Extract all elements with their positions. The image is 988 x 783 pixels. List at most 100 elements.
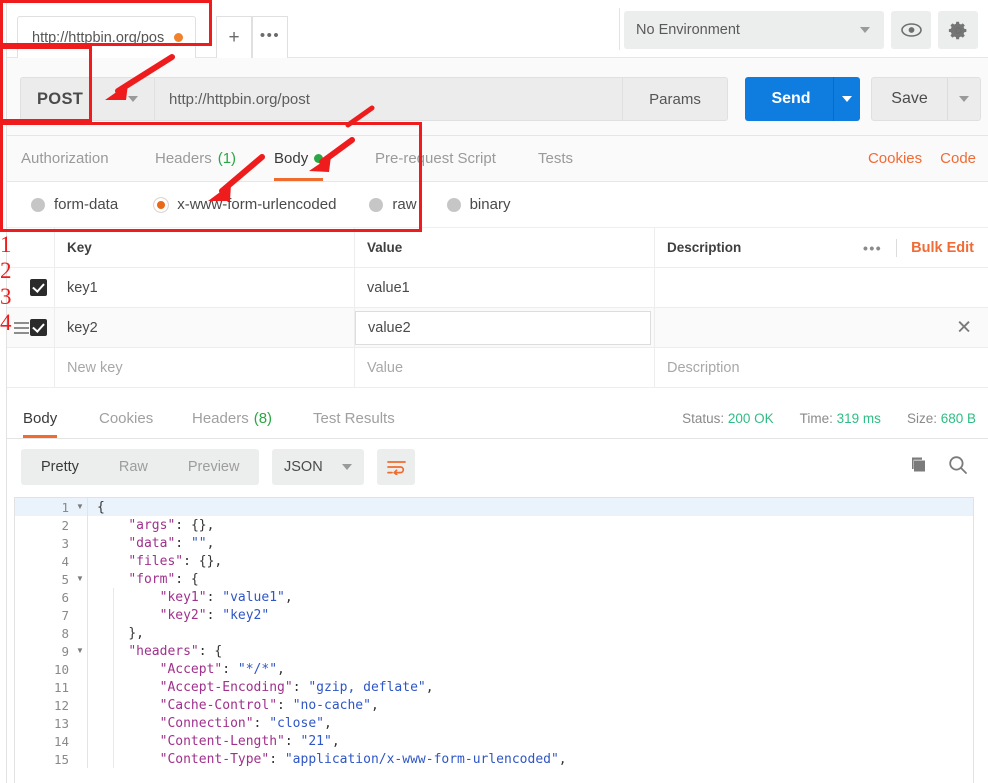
tab-pre-request-script[interactable]: Pre-request Script	[375, 136, 496, 181]
close-icon[interactable]: ✕	[956, 318, 972, 337]
time-meta: Time: 319 ms	[800, 411, 881, 426]
response-tab-test-results[interactable]: Test Results	[313, 398, 395, 438]
save-options-button[interactable]	[948, 96, 980, 102]
code-text: "Cache-Control": "no-cache",	[159, 697, 379, 713]
url-input[interactable]: http://httpbin.org/post	[155, 77, 623, 121]
code-line: 11 "Accept-Encoding": "gzip, deflate",	[15, 678, 973, 696]
response-tab-headers-label: Headers	[192, 409, 249, 427]
new-row-key-cell[interactable]: New key	[55, 348, 355, 387]
response-toolbar: Pretty Raw Preview JSON	[7, 439, 988, 495]
code-text: },	[128, 625, 144, 641]
tab-tests[interactable]: Tests	[538, 136, 573, 181]
bulk-edit-button[interactable]: Bulk Edit	[911, 240, 974, 256]
body-type-raw-label: raw	[392, 196, 417, 213]
response-actions	[909, 449, 968, 485]
row-checkbox-cell[interactable]	[7, 308, 55, 347]
code-line: 12 "Cache-Control": "no-cache",	[15, 696, 973, 714]
environment-quick-look-button[interactable]	[891, 11, 931, 49]
request-tab[interactable]: http://httpbin.org/pos	[17, 16, 197, 58]
ellipsis-icon[interactable]: •••	[863, 240, 882, 256]
eye-icon	[900, 23, 922, 37]
row-checkbox-cell[interactable]	[7, 268, 55, 307]
params-button-label: Params	[649, 90, 701, 108]
send-options-button[interactable]	[834, 96, 860, 102]
row-checkbox[interactable]	[30, 279, 47, 296]
save-button[interactable]: Save	[871, 77, 981, 121]
cookies-link[interactable]: Cookies	[868, 150, 922, 167]
copy-icon	[912, 457, 925, 471]
environment-select-value: No Environment	[636, 22, 740, 38]
tab-headers[interactable]: Headers (1)	[155, 136, 236, 181]
fold-toggle-icon[interactable]: ▼	[73, 498, 87, 516]
body-type-raw[interactable]: raw	[369, 196, 417, 213]
new-tab-button[interactable]: +	[216, 16, 252, 58]
response-tab-body[interactable]: Body	[23, 398, 58, 438]
copy-button[interactable]	[909, 456, 928, 479]
status-label: Status:	[682, 410, 725, 426]
code-line: 14 "Content-Length": "21",	[15, 732, 973, 750]
code-line: 6 "key1": "value1",	[15, 588, 973, 606]
word-wrap-icon	[386, 460, 406, 475]
body-type-form-data[interactable]: form-data	[31, 196, 118, 213]
header-key: Key	[55, 228, 355, 267]
status-value: 200 OK	[727, 410, 774, 426]
row-description-cell[interactable]: ✕	[655, 308, 988, 347]
params-button[interactable]: Params	[623, 77, 728, 121]
body-type-binary[interactable]: binary	[446, 196, 510, 213]
row-value-cell[interactable]: value2	[355, 308, 655, 347]
send-button[interactable]: Send	[745, 77, 860, 121]
view-raw-button[interactable]: Raw	[99, 449, 168, 485]
drag-handle-icon[interactable]	[14, 319, 29, 337]
search-button[interactable]	[948, 455, 968, 480]
code-line: 3 "data": "",	[15, 534, 973, 552]
line-number: 8	[61, 625, 69, 641]
radio-icon	[446, 197, 461, 212]
radio-selected-icon	[154, 197, 169, 212]
fold-toggle-icon[interactable]: ▼	[73, 642, 87, 660]
view-pretty-button[interactable]: Pretty	[21, 449, 99, 485]
row-key-cell[interactable]: key2	[55, 308, 355, 347]
row-value-input[interactable]: value2	[355, 311, 651, 345]
tab-options-button[interactable]: •••	[252, 16, 288, 58]
toolbar-divider	[619, 8, 620, 50]
row-checkbox[interactable]	[30, 319, 47, 336]
word-wrap-button[interactable]	[377, 449, 415, 485]
tab-authorization[interactable]: Authorization	[21, 136, 109, 181]
response-tab-headers[interactable]: Headers (8)	[192, 398, 272, 438]
line-number: 15	[53, 751, 69, 767]
row-description-cell[interactable]	[655, 268, 988, 307]
response-tab-cookies[interactable]: Cookies	[99, 398, 153, 438]
search-icon	[949, 455, 967, 474]
indent-guide	[113, 588, 114, 768]
body-type-urlencoded[interactable]: x-www-form-urlencoded	[154, 196, 336, 213]
body-type-form-data-label: form-data	[54, 196, 119, 213]
response-body-code[interactable]: 1 ▼{2 "args": {}, 3 "data": "", 4 "files": …	[14, 497, 974, 783]
new-row-key-placeholder: New key	[67, 359, 123, 376]
code-line: 13 "Connection": "close",	[15, 714, 973, 732]
request-tab-label: http://httpbin.org/pos	[32, 29, 165, 46]
row-value-value: value2	[368, 320, 411, 336]
environment-controls: No Environment	[624, 11, 978, 49]
chevron-down-icon	[842, 96, 852, 102]
view-preview-button[interactable]: Preview	[168, 449, 260, 485]
code-link[interactable]: Code	[940, 150, 976, 167]
row-key-cell[interactable]: key1	[55, 268, 355, 307]
new-row-description-cell[interactable]: Description	[655, 348, 988, 387]
response-tabs: Body Cookies Headers (8) Test Results St…	[7, 398, 988, 439]
settings-button[interactable]	[938, 11, 978, 49]
tab-body[interactable]: Body	[274, 136, 324, 181]
response-format-select[interactable]: JSON	[272, 449, 364, 485]
row-value-cell[interactable]: value1	[355, 268, 655, 307]
new-row-value-cell[interactable]: Value	[355, 348, 655, 387]
time-value: 319 ms	[836, 410, 881, 426]
fold-toggle-icon[interactable]: ▼	[73, 570, 87, 588]
tab-authorization-label: Authorization	[21, 150, 109, 167]
line-number: 1	[61, 499, 69, 515]
size-label: Size:	[906, 410, 937, 426]
tab-headers-label: Headers	[155, 150, 212, 167]
code-text: "Content-Length": "21",	[159, 733, 340, 749]
http-method-select[interactable]: POST	[20, 77, 155, 121]
table-row: key2 value2 ✕	[7, 308, 988, 348]
environment-select[interactable]: No Environment	[624, 11, 884, 49]
code-line: 1 ▼ {	[15, 498, 973, 516]
